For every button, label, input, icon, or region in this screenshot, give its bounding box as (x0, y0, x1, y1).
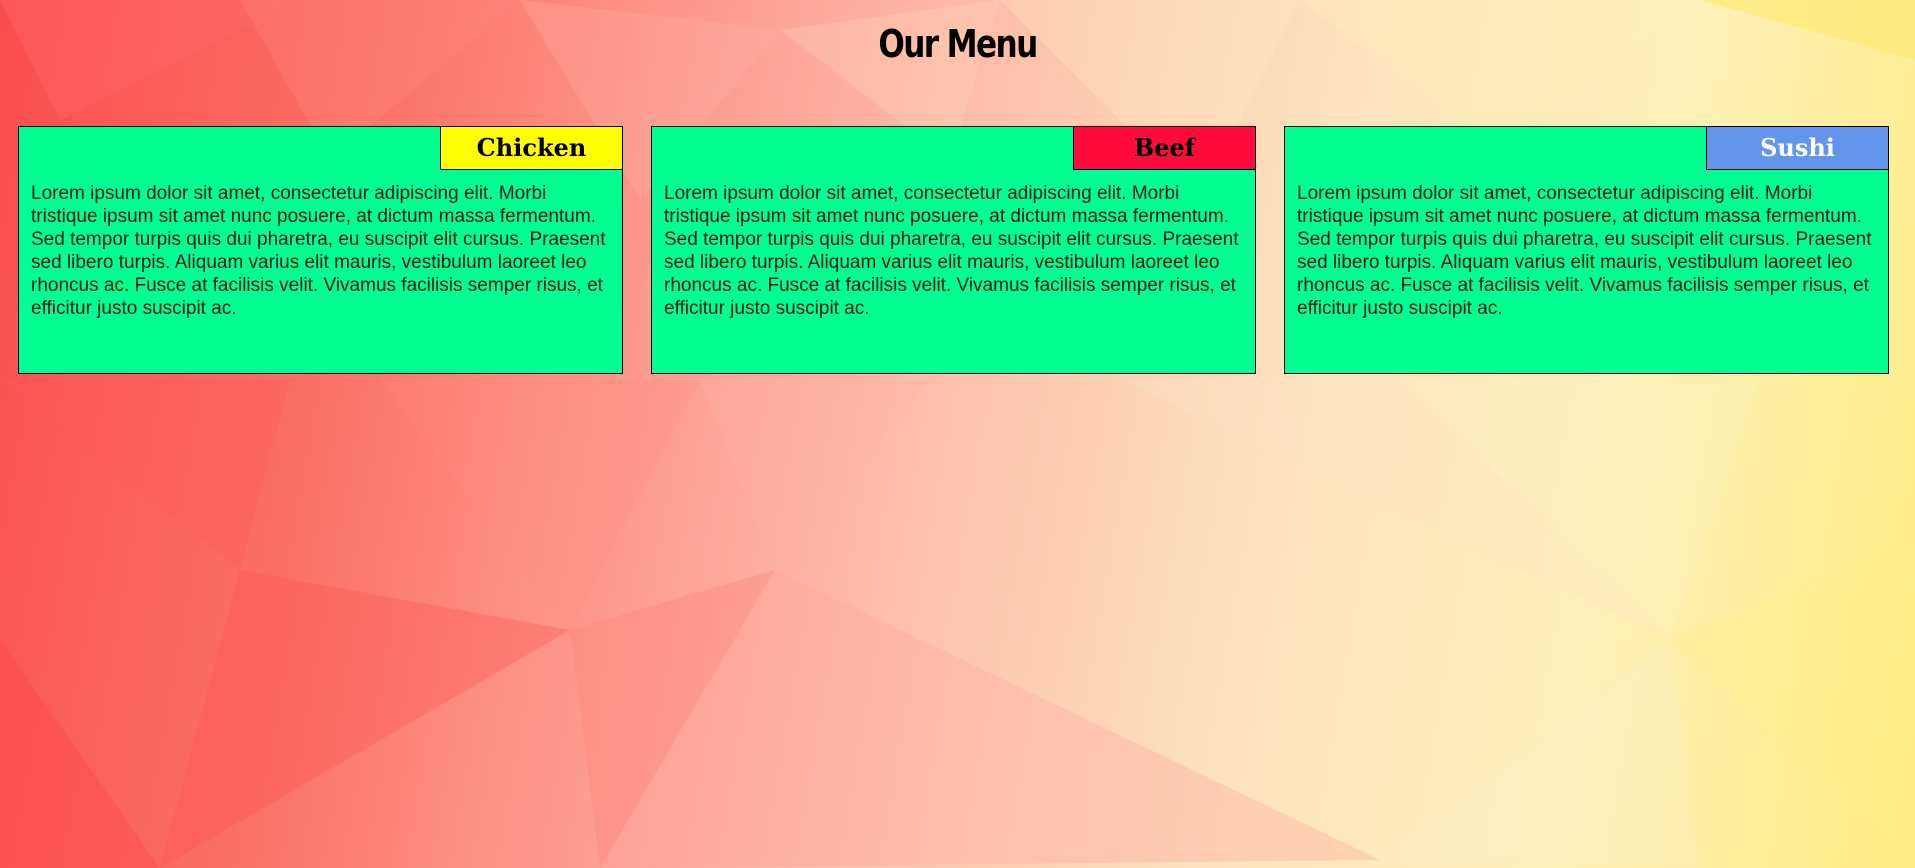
menu-card-description: Lorem ipsum dolor sit amet, consectetur … (1297, 183, 1872, 319)
menu-card-label-chicken: Chicken (440, 126, 623, 170)
menu-card-chicken: Chicken Lorem ipsum dolor sit amet, cons… (18, 126, 623, 374)
menu-card-label-beef: Beef (1073, 126, 1256, 170)
menu-card-sushi: Sushi Lorem ipsum dolor sit amet, consec… (1284, 126, 1889, 374)
menu-card-beef: Beef Lorem ipsum dolor sit amet, consect… (651, 126, 1256, 374)
menu-card-label-sushi: Sushi (1706, 126, 1889, 170)
page-title: Our Menu (878, 22, 1038, 66)
menu-card-description: Lorem ipsum dolor sit amet, consectetur … (664, 183, 1239, 319)
menu-page: Our Menu Chicken Lorem ipsum dolor sit a… (0, 0, 1915, 868)
menu-card-description: Lorem ipsum dolor sit amet, consectetur … (31, 183, 606, 319)
